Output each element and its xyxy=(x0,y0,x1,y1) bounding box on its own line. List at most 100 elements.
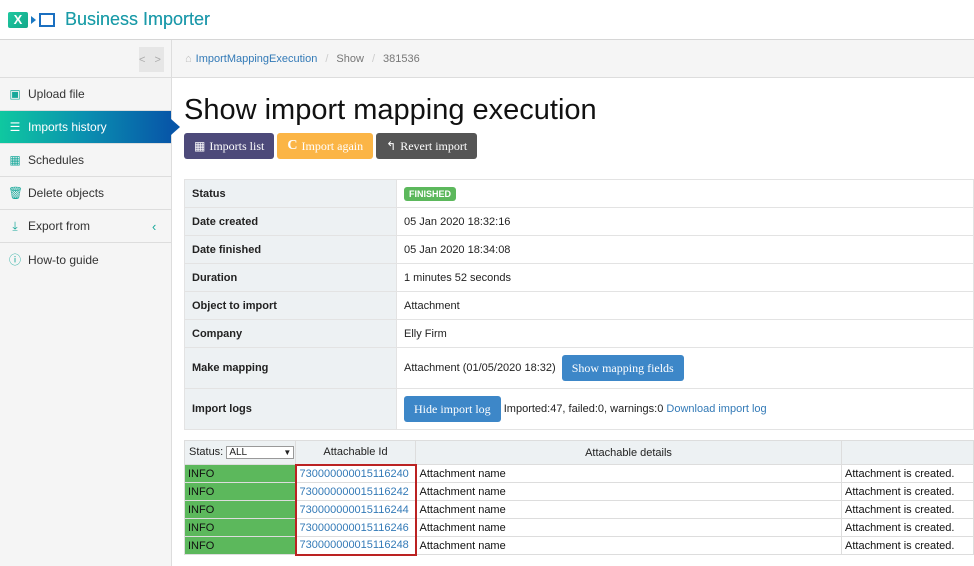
attachable-details: Attachment name xyxy=(415,500,842,519)
sidebar-item-how-to-guide[interactable]: ⓘ How-to guide xyxy=(0,243,171,276)
log-message: Attachment is created. xyxy=(841,464,974,483)
detail-row-mapping: Make mapping Attachment (01/05/2020 18:3… xyxy=(184,347,974,389)
column-header: Attachable details xyxy=(415,440,842,465)
status-filter-select[interactable]: ALL ▼ xyxy=(226,446,295,459)
download-import-log-link[interactable]: Download import log xyxy=(666,403,766,415)
detail-row-company: Company Elly Firm xyxy=(184,319,974,348)
attachable-id-link[interactable]: 730000000015116246 xyxy=(300,522,409,534)
log-status: INFO xyxy=(184,518,296,537)
refresh-icon: C xyxy=(287,138,298,153)
imports-list-button[interactable]: ▦ Imports list xyxy=(184,133,275,159)
detail-label: Import logs xyxy=(184,388,397,430)
sidebar-item-label: Delete objects xyxy=(28,186,105,200)
table-row: INFO 730000000015116246 Attachment name … xyxy=(184,518,974,537)
sidebar-item-label: Imports history xyxy=(28,120,107,134)
app-logo[interactable]: X Business Importer xyxy=(8,9,210,30)
home-icon[interactable]: ⌂ xyxy=(185,53,192,65)
sidebar-toggle-row: < > xyxy=(0,40,171,78)
box-icon xyxy=(39,12,55,27)
action-toolbar: ▦ Imports list C Import again ↰ Revert i… xyxy=(184,133,974,159)
execution-details-table: Status FINISHED Date created 05 Jan 2020… xyxy=(184,179,974,430)
detail-value: Elly Firm xyxy=(396,319,974,348)
excel-file-icon: ▣ xyxy=(9,87,21,101)
button-label: Imports list xyxy=(209,138,265,153)
table-row: INFO 730000000015116242 Attachment name … xyxy=(184,482,974,501)
log-message: Attachment is created. xyxy=(841,500,974,519)
trash-icon: 🗑 xyxy=(8,186,24,200)
table-icon: ▦ xyxy=(194,138,206,153)
detail-row-status: Status FINISHED xyxy=(184,179,974,208)
sidebar-item-imports-history[interactable]: ☰ Imports history xyxy=(0,111,180,144)
attachable-id-link[interactable]: 730000000015116242 xyxy=(300,486,409,498)
detail-label: Duration xyxy=(184,263,397,292)
detail-value: Attachment xyxy=(396,291,974,320)
detail-value: 05 Jan 2020 18:34:08 xyxy=(396,235,974,264)
sidebar-item-label: Upload file xyxy=(28,87,85,101)
breadcrumb-link[interactable]: ImportMappingExecution xyxy=(196,53,318,65)
breadcrumb: ⌂ ImportMappingExecution / Show / 381536 xyxy=(172,40,974,78)
log-status: INFO xyxy=(184,536,296,555)
sidebar-item-schedules[interactable]: ▦ Schedules xyxy=(0,144,171,177)
log-message: Attachment is created. xyxy=(841,518,974,537)
hide-import-log-button[interactable]: Hide import log xyxy=(404,396,501,422)
show-mapping-fields-button[interactable]: Show mapping fields xyxy=(561,355,684,381)
attachable-id-link[interactable]: 730000000015116248 xyxy=(300,539,409,551)
attachable-details: Attachment name xyxy=(415,536,842,555)
detail-value: 1 minutes 52 seconds xyxy=(396,263,974,292)
column-header: Attachable Id xyxy=(295,440,416,465)
button-label: Import again xyxy=(301,138,364,153)
detail-label: Date finished xyxy=(184,235,397,264)
table-row: INFO 730000000015116244 Attachment name … xyxy=(184,500,974,519)
breadcrumb-separator: / xyxy=(371,52,375,65)
sidebar-item-export-from[interactable]: ⤓ Export from ‹ xyxy=(0,210,171,243)
detail-value: 05 Jan 2020 18:32:16 xyxy=(396,207,974,236)
chevron-left-icon[interactable]: ‹ xyxy=(152,219,156,234)
calendar-icon: ▦ xyxy=(9,153,21,167)
attachable-details: Attachment name xyxy=(415,464,842,483)
download-icon: ⤓ xyxy=(12,218,18,233)
import-summary: Imported:47, failed:0, warnings:0 xyxy=(503,402,664,415)
log-status: INFO xyxy=(184,482,296,501)
detail-label: Object to import xyxy=(184,291,397,320)
sidebar-item-upload-file[interactable]: ▣ Upload file xyxy=(0,78,171,111)
log-table-header: Status: ALL ▼ Attachable Id Attachable d… xyxy=(184,440,974,465)
info-circle-icon: ⓘ xyxy=(8,253,21,267)
log-status: INFO xyxy=(184,464,296,483)
sidebar-item-label: How-to guide xyxy=(28,252,99,267)
status-badge: FINISHED xyxy=(404,186,457,201)
breadcrumb-item: 381536 xyxy=(383,52,420,65)
chevron-left-right-icon: < > xyxy=(139,53,164,66)
attachable-details: Attachment name xyxy=(415,482,842,501)
detail-label: Company xyxy=(184,319,397,348)
button-label: Revert import xyxy=(400,138,468,153)
revert-import-button[interactable]: ↰ Revert import xyxy=(376,133,478,159)
detail-value: Attachment (01/05/2020 18:32) xyxy=(404,361,556,374)
sidebar-item-delete-objects[interactable]: 🗑 Delete objects xyxy=(0,177,171,210)
detail-row-object: Object to import Attachment xyxy=(184,291,974,320)
status-filter-value: ALL xyxy=(229,447,248,458)
status-filter-label: Status: xyxy=(189,446,224,458)
breadcrumb-separator: / xyxy=(325,52,329,65)
detail-row-date-created: Date created 05 Jan 2020 18:32:16 xyxy=(184,207,974,236)
column-header xyxy=(841,440,974,465)
reply-icon: ↰ xyxy=(386,138,397,153)
page-title: Show import mapping execution xyxy=(184,94,597,126)
sidebar-collapse-toggle[interactable]: < > xyxy=(139,47,164,72)
detail-row-import-logs: Import logs Hide import log Imported:47,… xyxy=(184,388,974,430)
dropdown-arrow-icon: ▼ xyxy=(283,448,292,457)
log-message: Attachment is created. xyxy=(841,482,974,501)
attachable-id-link[interactable]: 730000000015116240 xyxy=(300,468,409,480)
sidebar-item-label: Schedules xyxy=(28,153,85,167)
detail-label: Date created xyxy=(184,207,397,236)
log-status: INFO xyxy=(184,500,296,519)
table-row: INFO 730000000015116248 Attachment name … xyxy=(184,536,974,556)
attachable-id-link[interactable]: 730000000015116244 xyxy=(300,504,409,516)
list-icon: ☰ xyxy=(9,120,21,134)
detail-label: Status xyxy=(184,179,397,208)
sidebar: < > ▣ Upload file ☰ Imports history ▦ Sc… xyxy=(0,40,180,566)
arrow-icon xyxy=(31,15,36,24)
main-content: ⌂ ImportMappingExecution / Show / 381536… xyxy=(172,40,974,566)
detail-row-duration: Duration 1 minutes 52 seconds xyxy=(184,263,974,292)
import-again-button[interactable]: C Import again xyxy=(277,133,374,159)
detail-row-date-finished: Date finished 05 Jan 2020 18:34:08 xyxy=(184,235,974,264)
